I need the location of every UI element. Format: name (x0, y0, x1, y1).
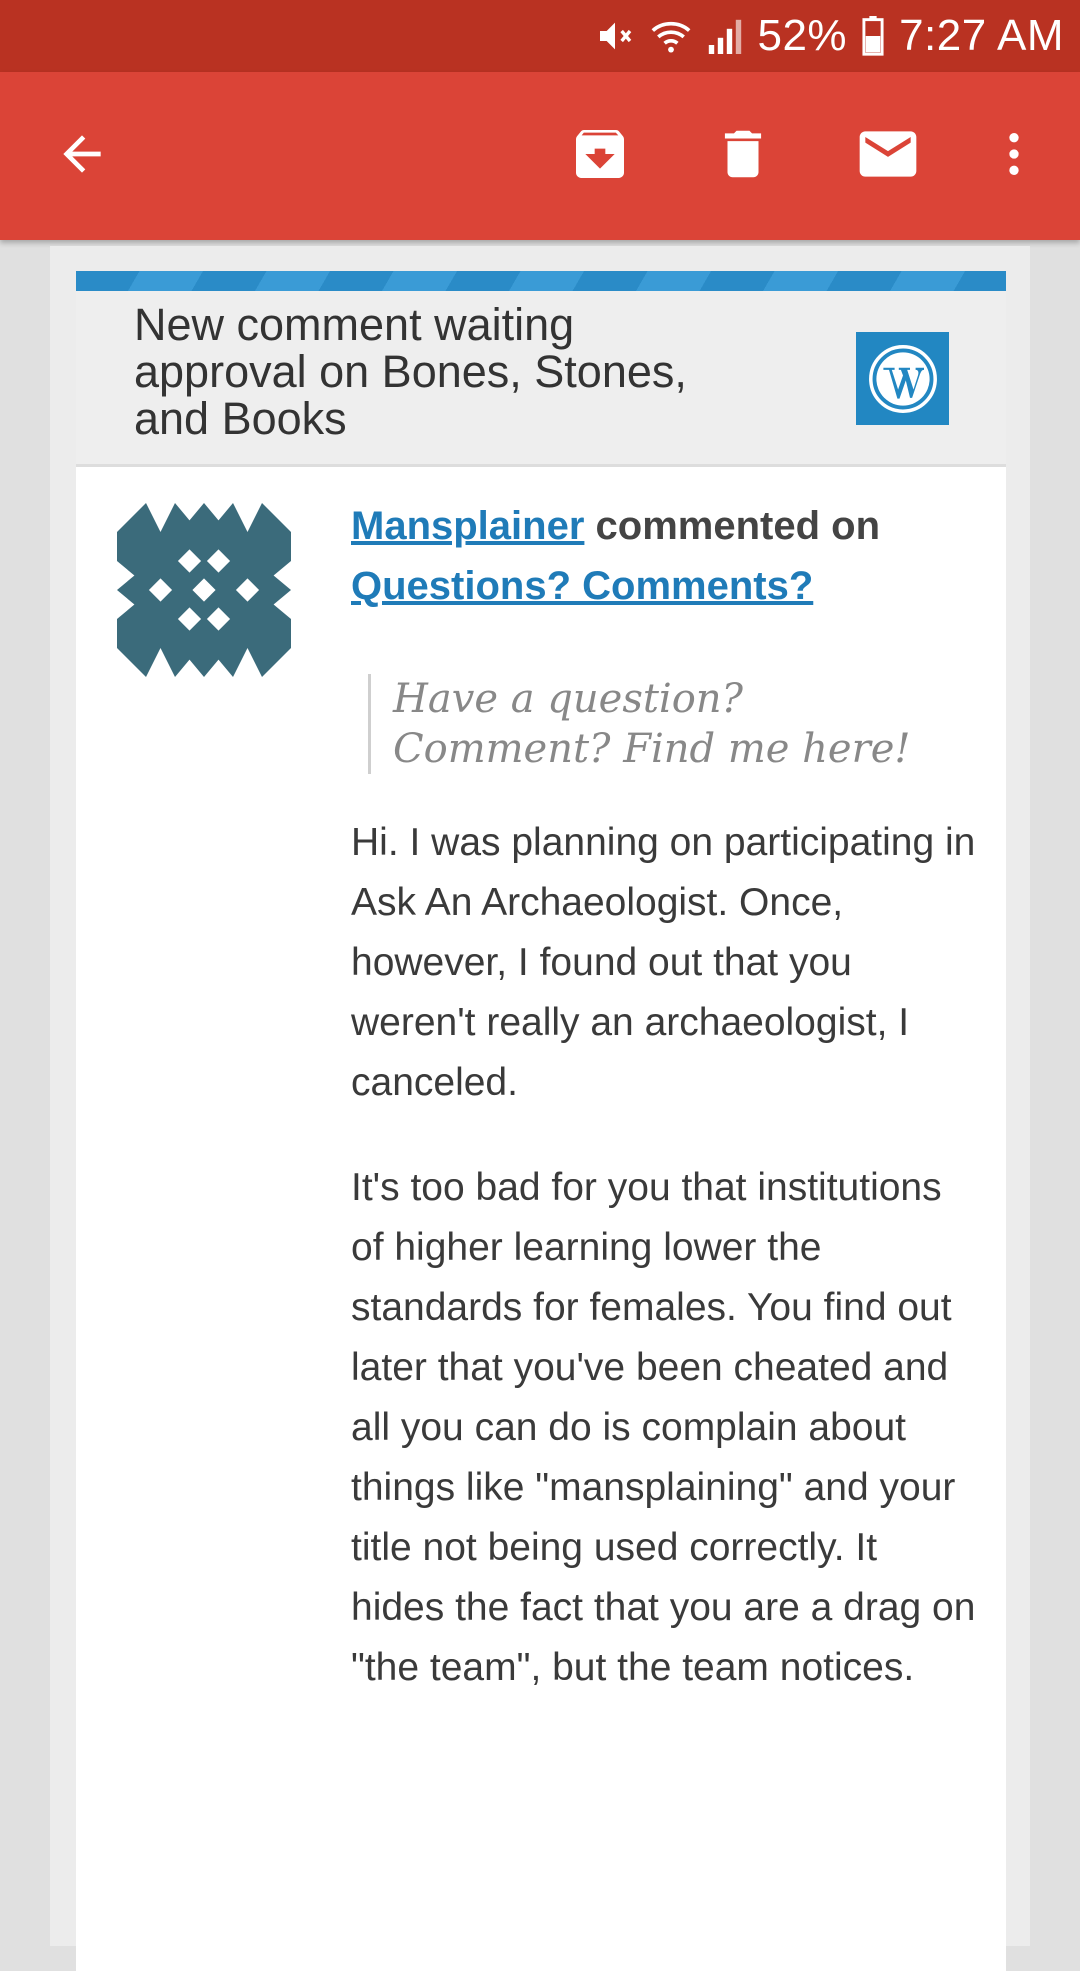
comment-meta: Mansplainer commented on Questions? Comm… (351, 496, 971, 616)
mark-unread-button[interactable] (838, 72, 938, 240)
delete-button[interactable] (693, 72, 793, 240)
mail-icon (854, 120, 922, 193)
card-header: New comment waiting approval on Bones, S… (76, 291, 1006, 467)
commented-on-text: commented on (595, 504, 881, 548)
wordpress-logo (856, 332, 949, 425)
battery-percent: 52% (757, 11, 848, 60)
card-top-stripe (76, 271, 1006, 291)
wifi-icon (649, 16, 693, 56)
avatar[interactable] (117, 503, 291, 677)
status-bar: 52% 7:27 AM (0, 0, 1080, 72)
email-body: New comment waiting approval on Bones, S… (50, 246, 1030, 1971)
post-excerpt-quote: Have a question? Comment? Find me here! (368, 674, 953, 774)
archive-icon (568, 122, 632, 191)
comment-paragraph: It's too bad for you that institutions o… (351, 1166, 976, 1689)
clock: 7:27 AM (899, 11, 1064, 60)
notification-card: New comment waiting approval on Bones, S… (76, 271, 1006, 1971)
more-options-button[interactable] (964, 72, 1064, 240)
app-bar (0, 72, 1080, 240)
commenter-link[interactable]: Mansplainer (351, 504, 584, 548)
post-link[interactable]: Questions? Comments? (351, 564, 813, 608)
archive-button[interactable] (550, 72, 650, 240)
comment-paragraph: Hi. I was planning on participating in A… (351, 821, 976, 1104)
mute-icon (595, 16, 635, 56)
trash-icon (712, 123, 774, 190)
more-vert-icon (986, 126, 1042, 187)
signal-icon (707, 16, 743, 56)
arrow-left-icon (54, 126, 110, 187)
battery-icon (861, 16, 885, 56)
notification-title: New comment waiting approval on Bones, S… (134, 299, 687, 444)
back-button[interactable] (32, 72, 132, 240)
comment-text: Hi. I was planning on participating in A… (351, 813, 976, 1743)
